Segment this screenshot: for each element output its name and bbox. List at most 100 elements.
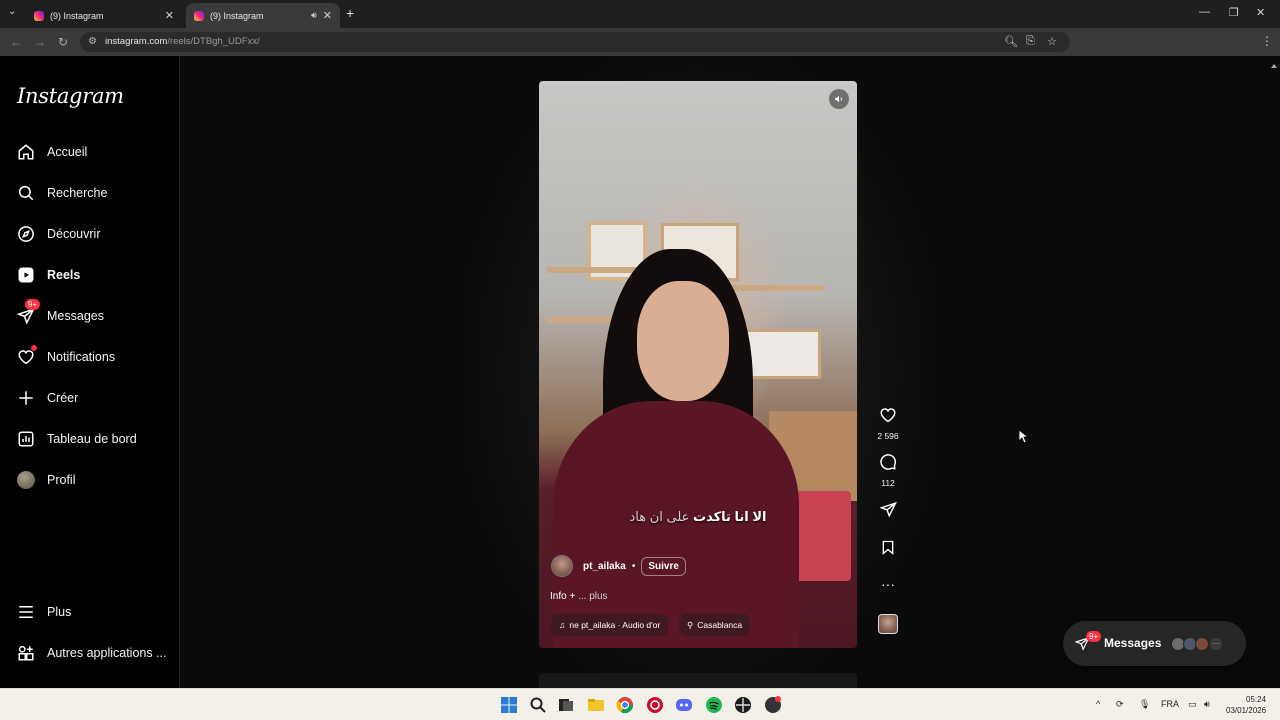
sidebar-item-decouvrir[interactable]: Découvrir: [16, 222, 176, 246]
sidebar-item-recherche[interactable]: Recherche: [16, 181, 176, 205]
taskbar-search-icon[interactable]: [529, 696, 547, 714]
sidebar-item-reels[interactable]: Reels: [16, 263, 176, 287]
browser-tab-1[interactable]: (9) Instagram ✕: [26, 3, 182, 28]
page-scrollbar[interactable]: [1270, 58, 1278, 686]
app-dark-icon[interactable]: [764, 696, 782, 714]
location-pin-icon: ⚲: [687, 619, 694, 630]
url-input[interactable]: ⚙︎ instagram.com/reels/DTBgh_UDFxx/ 🔍︎ ⎘…: [80, 32, 1070, 52]
chrome-icon[interactable]: [616, 696, 634, 714]
sidebar-item-creer[interactable]: Créer: [16, 386, 176, 410]
browser-tab-2[interactable]: (9) Instagram 🔊︎ ✕: [186, 3, 340, 28]
tab-search-chevron-icon[interactable]: ⌄: [8, 6, 16, 17]
author-avatar[interactable]: [551, 555, 573, 577]
contact-avatar: [1195, 637, 1209, 651]
send-icon: [878, 501, 897, 518]
follow-button[interactable]: Suivre: [641, 556, 686, 576]
video-caption: الا انا تاكدت على ان هاد: [539, 509, 857, 525]
sidebar-item-tableau-de-bord[interactable]: Tableau de bord: [16, 427, 176, 451]
sidebar-item-label: Reels: [47, 268, 81, 282]
more-dots-icon: ···: [881, 576, 895, 592]
reel-description[interactable]: Info + ... plus: [550, 591, 608, 602]
sidebar-item-label: Notifications: [47, 350, 116, 364]
bookmark-icon: [882, 540, 894, 555]
close-window-icon[interactable]: ✕: [1256, 6, 1265, 19]
face: [637, 281, 729, 401]
sidebar-item-label: Créer: [47, 391, 79, 405]
audio-chip[interactable]: ♫ ne pt_ailaka · Audio d'or: [551, 614, 669, 636]
comment-icon: [880, 454, 897, 470]
comment-button[interactable]: 112: [872, 453, 904, 488]
more-options-button[interactable]: ···: [872, 576, 904, 592]
save-button[interactable]: [872, 539, 904, 561]
sidebar-item-label: Autres applications ...: [47, 646, 167, 660]
minimize-icon[interactable]: —: [1199, 6, 1210, 18]
zoom-icon[interactable]: 🔍︎: [1004, 35, 1018, 48]
caption-bold: الا انا تاكدت: [693, 509, 767, 524]
scroll-up-icon[interactable]: [1270, 61, 1278, 71]
messages-pill-label: Messages: [1104, 636, 1162, 650]
sidebar-item-profil[interactable]: Profil: [16, 468, 176, 492]
audio-thumbnail[interactable]: [878, 614, 898, 634]
language-indicator[interactable]: FRA: [1161, 699, 1179, 709]
profile-avatar: [16, 470, 36, 490]
share-button[interactable]: [872, 501, 904, 523]
shelf-board: [729, 285, 825, 291]
location-chip[interactable]: ⚲ Casablanca: [679, 614, 751, 636]
sidebar-item-accueil[interactable]: Accueil: [16, 140, 176, 164]
mouse-cursor-icon: [1019, 430, 1029, 444]
install-app-icon[interactable]: ⎘: [1026, 35, 1035, 48]
sidebar-item-label: Découvrir: [47, 227, 101, 241]
url-path: /reels/DTBgh_UDFxx/: [167, 36, 260, 47]
author-username[interactable]: pt_ailaka: [583, 561, 626, 572]
instagram-logo[interactable]: Instagram: [17, 84, 124, 108]
spotify-icon[interactable]: [705, 696, 723, 714]
reel-video[interactable]: الا انا تاكدت على ان هاد pt_ailaka • Sui…: [539, 81, 857, 648]
close-tab-icon[interactable]: ✕: [165, 9, 174, 22]
menu-icon: [16, 602, 36, 622]
sidebar-item-label: Accueil: [47, 145, 88, 159]
sidebar-item-autres-applications[interactable]: Autres applications ...: [16, 641, 176, 665]
discord-icon[interactable]: [675, 696, 693, 714]
sidebar-item-notifications[interactable]: Notifications: [16, 345, 176, 369]
app-red-icon[interactable]: [646, 696, 664, 714]
tab-audio-icon[interactable]: 🔊︎: [311, 10, 317, 21]
volume-icon[interactable]: 🔊︎: [1204, 699, 1210, 710]
tray-chevron-icon[interactable]: ^: [1096, 699, 1100, 709]
comment-count: 112: [881, 478, 895, 488]
sidebar-item-messages[interactable]: 9+ Messages: [16, 299, 176, 328]
bookmark-star-icon[interactable]: ☆: [1047, 35, 1057, 48]
sidebar-item-label: Recherche: [47, 186, 108, 200]
browser-menu-icon[interactable]: ⋮: [1261, 34, 1273, 48]
microphone-icon[interactable]: 🎙︎: [1139, 699, 1150, 710]
heart-icon: [16, 345, 37, 367]
app-black-icon[interactable]: [734, 696, 752, 714]
windows-start-icon[interactable]: [500, 696, 518, 714]
sidebar-item-plus[interactable]: Plus: [16, 600, 176, 624]
clock-date: 03/01/2026: [1226, 706, 1267, 715]
task-view-icon[interactable]: [557, 696, 575, 714]
reload-icon[interactable]: ↻: [58, 35, 68, 49]
forward-arrow-icon[interactable]: →: [34, 35, 46, 49]
messages-pill[interactable]: 9+ Messages ···: [1063, 621, 1246, 666]
reel-author: pt_ailaka • Suivre: [551, 555, 686, 577]
close-tab-icon[interactable]: ✕: [323, 9, 332, 22]
site-info-icon[interactable]: ⚙︎: [88, 36, 97, 47]
messages-badge: 9+: [25, 299, 41, 310]
next-reel-preview[interactable]: [539, 673, 857, 688]
see-more-link[interactable]: ... plus: [578, 591, 607, 602]
network-icon[interactable]: ▭: [1188, 699, 1197, 710]
like-button[interactable]: 2 596: [872, 406, 904, 441]
tab-title: (9) Instagram: [210, 10, 264, 21]
file-explorer-icon[interactable]: [587, 696, 605, 714]
restore-icon[interactable]: ❐: [1229, 6, 1239, 19]
sync-icon[interactable]: ⟳: [1116, 699, 1124, 710]
instagram-page: Instagram Accueil Recherche Découvrir Re…: [0, 56, 1280, 688]
new-tab-button[interactable]: +: [346, 5, 354, 21]
instagram-favicon-icon: [34, 10, 44, 21]
sound-toggle-button[interactable]: [829, 89, 849, 109]
apps-icon: [16, 643, 36, 663]
back-arrow-icon[interactable]: ←: [10, 35, 22, 49]
system-clock[interactable]: 05:24 03/01/2026: [1226, 694, 1266, 716]
clock-time: 05:24: [1246, 695, 1267, 704]
like-count: 2 596: [877, 431, 899, 441]
